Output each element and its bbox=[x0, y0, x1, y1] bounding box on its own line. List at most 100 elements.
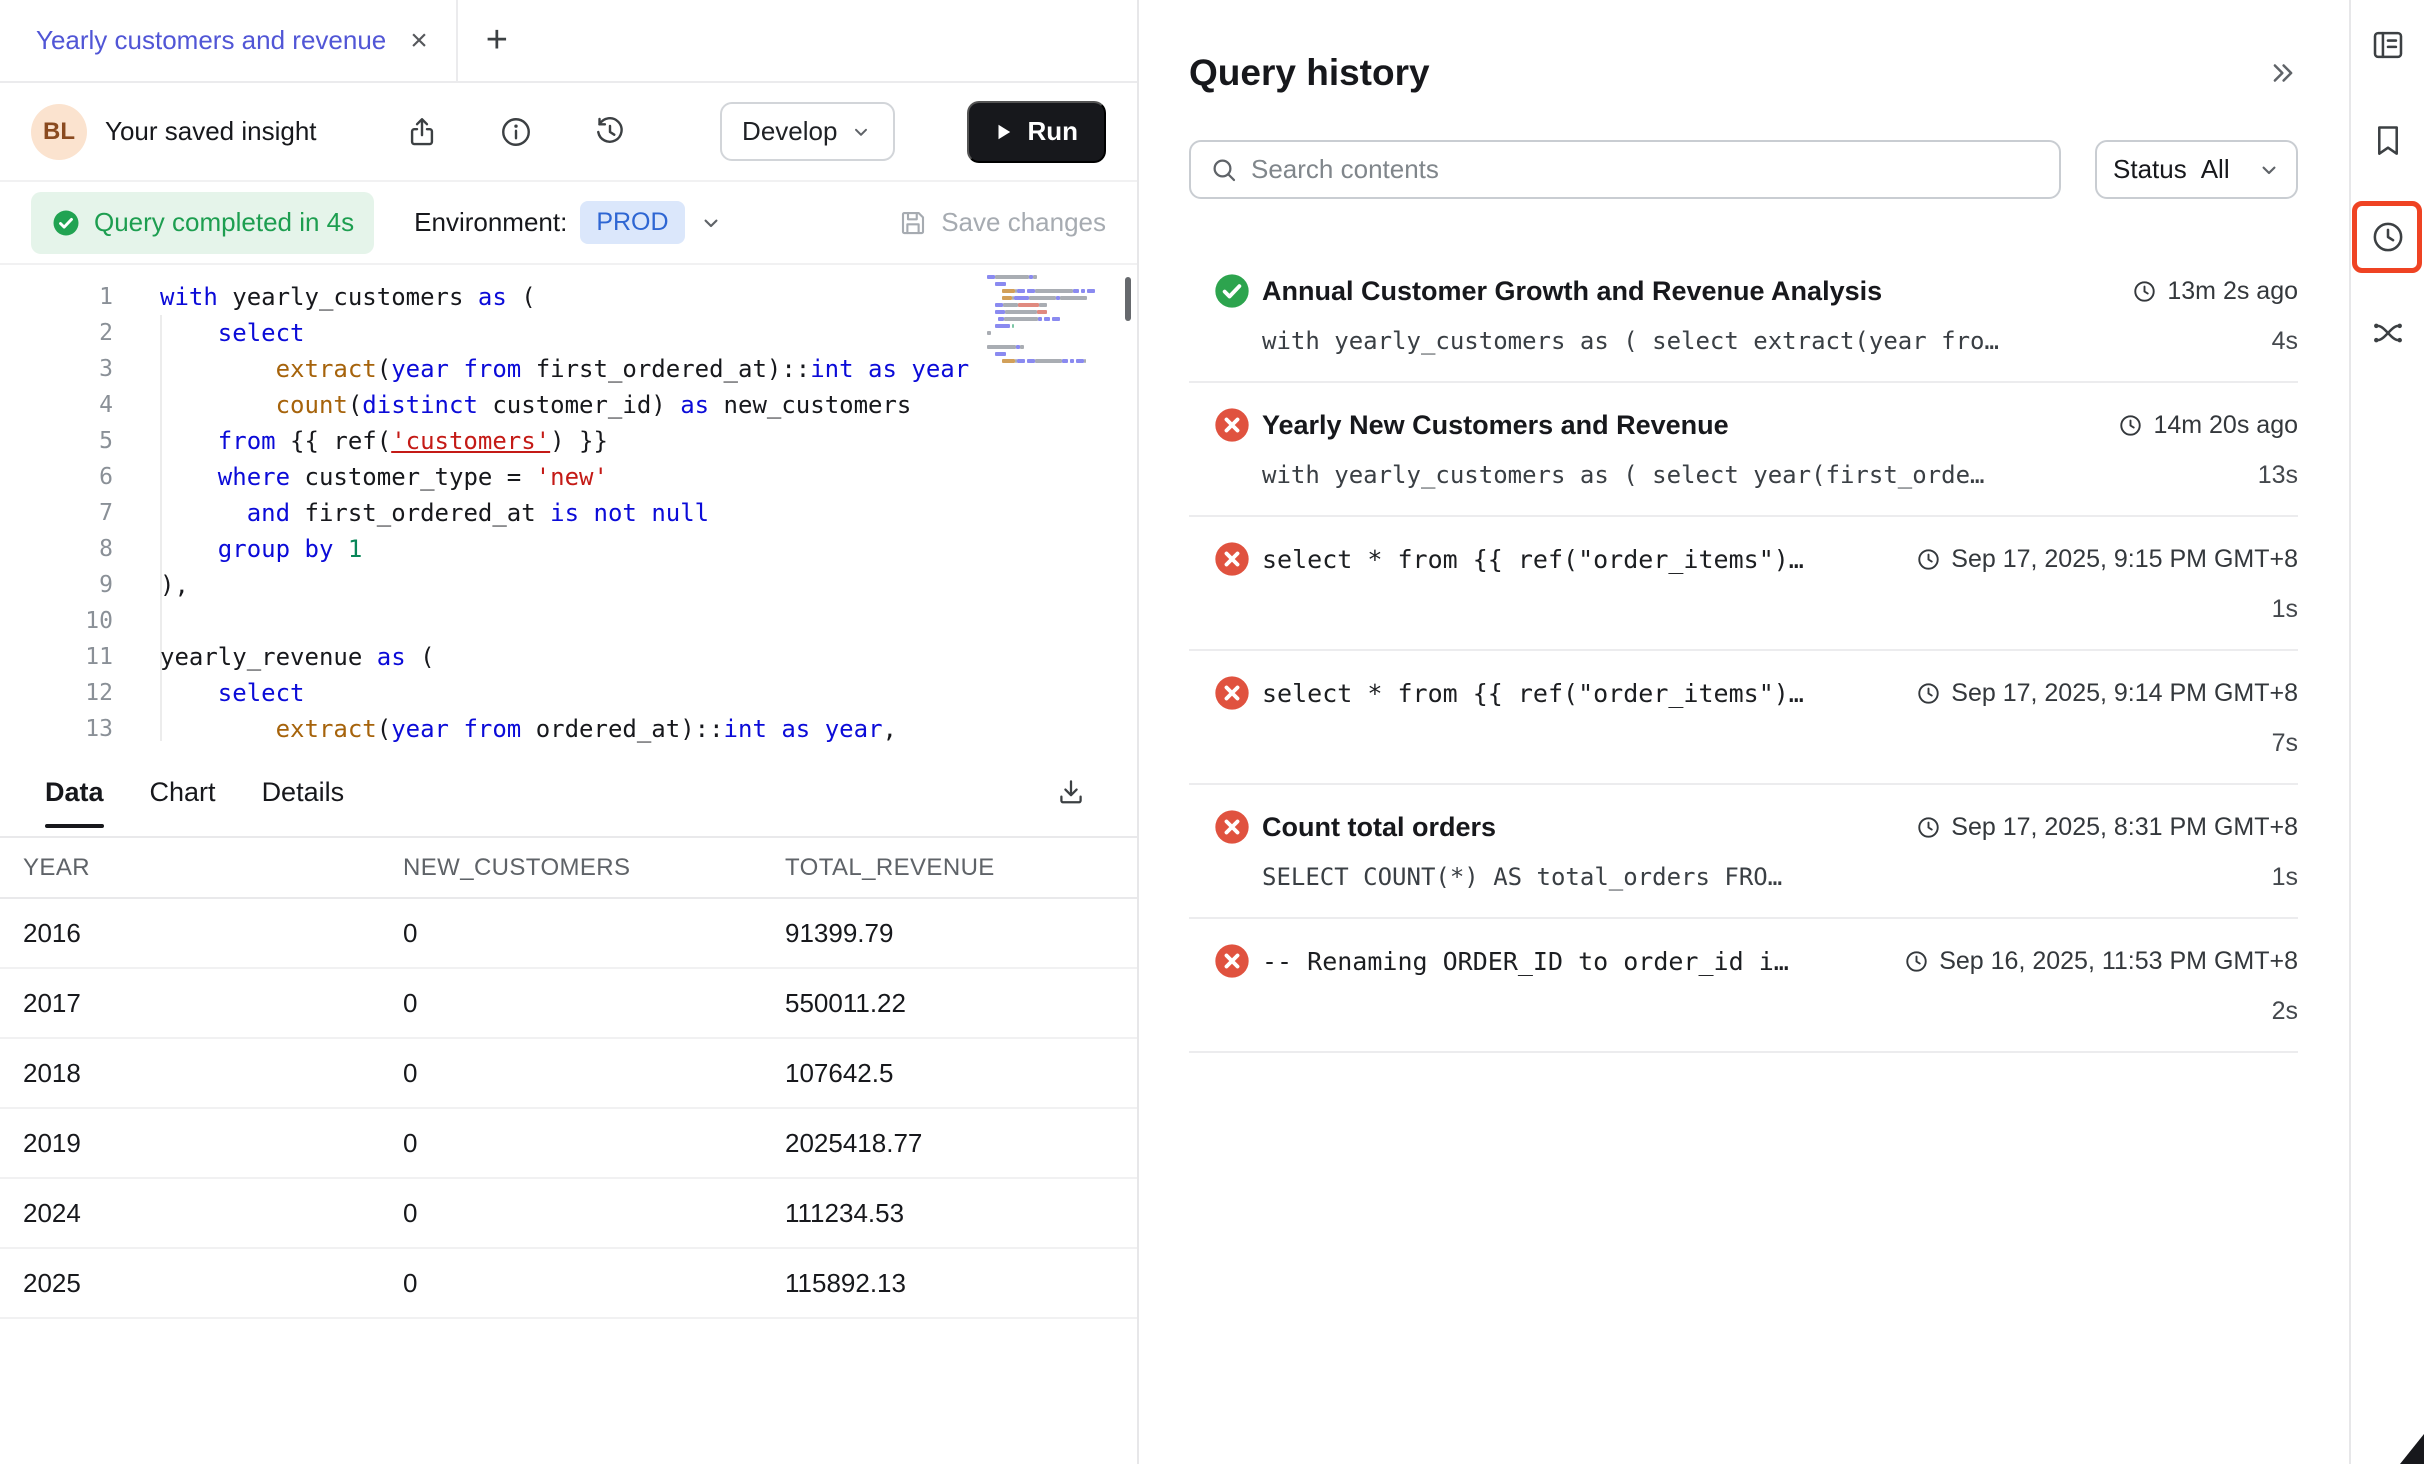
history-item[interactable]: Count total ordersSep 17, 2025, 8:31 PM … bbox=[1189, 785, 2298, 919]
status-bar: Query completed in 4s Environment: PROD … bbox=[0, 182, 1137, 265]
develop-label: Develop bbox=[742, 116, 837, 147]
line-number: 8 bbox=[0, 531, 113, 567]
history-item-time: 13m 2s ago bbox=[2111, 277, 2298, 306]
develop-button[interactable]: Develop bbox=[720, 102, 895, 161]
line-number: 6 bbox=[0, 459, 113, 495]
table-cell: 115892.13 bbox=[785, 1268, 1137, 1299]
code-line[interactable]: and first_ordered_at is not null bbox=[160, 495, 1137, 531]
table-cell: 0 bbox=[403, 1128, 785, 1159]
history-item-time: 14m 20s ago bbox=[2097, 411, 2298, 440]
history-clock-icon[interactable] bbox=[2369, 218, 2407, 256]
table-row[interactable]: 201902025418.77 bbox=[0, 1109, 1137, 1179]
play-icon bbox=[991, 120, 1015, 144]
history-item-duration: 2s bbox=[2252, 997, 2298, 1026]
history-item-title: select * from {{ ref("order_items")… bbox=[1262, 679, 1804, 708]
table-cell: 111234.53 bbox=[785, 1198, 1137, 1229]
share-icon[interactable] bbox=[398, 108, 446, 156]
code-line[interactable]: yearly_revenue as ( bbox=[160, 639, 1137, 675]
info-icon[interactable] bbox=[492, 108, 540, 156]
save-changes-button[interactable]: Save changes bbox=[898, 207, 1106, 238]
column-header-new-customers: NEW_CUSTOMERS bbox=[403, 854, 785, 882]
query-history-header: Query history bbox=[1189, 52, 2298, 94]
editor-panel: Yearly customers and revenue × + BL Your… bbox=[0, 0, 1139, 1464]
code-line[interactable]: extract(year from ordered_at)::int as ye… bbox=[160, 711, 1137, 747]
history-item[interactable]: Annual Customer Growth and Revenue Analy… bbox=[1189, 249, 2298, 383]
avatar: BL bbox=[31, 104, 87, 160]
code-line[interactable]: group by 1 bbox=[160, 531, 1137, 567]
chevron-down-icon bbox=[698, 210, 724, 236]
search-box[interactable] bbox=[1189, 140, 2061, 199]
editor-scrollbar[interactable] bbox=[1125, 277, 1131, 321]
history-item-title: Yearly New Customers and Revenue bbox=[1262, 410, 1729, 441]
code-line[interactable]: count(distinct customer_id) as new_custo… bbox=[160, 387, 1137, 423]
download-icon[interactable] bbox=[1055, 776, 1087, 808]
insight-header: BL Your saved insight Develop R bbox=[0, 83, 1137, 182]
history-item-duration: 13s bbox=[2238, 461, 2298, 490]
tab-chart[interactable]: Chart bbox=[150, 748, 216, 836]
code-line[interactable]: ), bbox=[160, 567, 1137, 603]
history-item-duration: 1s bbox=[2252, 863, 2298, 892]
code-line[interactable]: from {{ ref('customers') }} bbox=[160, 423, 1137, 459]
table-cell: 2025418.77 bbox=[785, 1128, 1137, 1159]
line-number: 3 bbox=[0, 351, 113, 387]
query-list-icon[interactable] bbox=[2369, 26, 2407, 64]
table-cell: 2018 bbox=[23, 1058, 403, 1089]
minimap[interactable] bbox=[987, 275, 1104, 366]
table-header: YEAR NEW_CUSTOMERS TOTAL_REVENUE bbox=[0, 838, 1137, 899]
history-item-duration: 1s bbox=[2252, 595, 2298, 624]
search-icon bbox=[1209, 155, 1239, 185]
table-row[interactable]: 20180107642.5 bbox=[0, 1039, 1137, 1109]
history-item[interactable]: -- Renaming ORDER_ID to order_id i…Sep 1… bbox=[1189, 919, 2298, 1053]
table-cell: 91399.79 bbox=[785, 918, 1137, 949]
tab-data[interactable]: Data bbox=[45, 748, 104, 836]
tab-details[interactable]: Details bbox=[262, 748, 345, 836]
run-button[interactable]: Run bbox=[967, 101, 1106, 163]
history-item-snippet: with yearly_customers as ( select year(f… bbox=[1262, 461, 1984, 489]
history-item-time: Sep 17, 2025, 9:14 PM GMT+8 bbox=[1895, 679, 2298, 708]
code-line[interactable]: select bbox=[160, 675, 1137, 711]
history-item-duration: 4s bbox=[2252, 327, 2298, 356]
tab-yearly-customers-and-revenue[interactable]: Yearly customers and revenue × bbox=[0, 0, 458, 81]
line-number: 5 bbox=[0, 423, 113, 459]
new-tab-button[interactable]: + bbox=[458, 0, 536, 81]
environment-selector[interactable]: Environment: PROD bbox=[414, 201, 723, 244]
code-line[interactable] bbox=[160, 603, 1137, 639]
history-item[interactable]: select * from {{ ref("order_items")…Sep … bbox=[1189, 517, 2298, 651]
table-row[interactable]: 20250115892.13 bbox=[0, 1249, 1137, 1319]
close-icon[interactable]: × bbox=[410, 26, 428, 56]
chevron-down-icon bbox=[2256, 157, 2282, 183]
line-number: 4 bbox=[0, 387, 113, 423]
double-chevron-right-icon[interactable] bbox=[2268, 58, 2298, 88]
table-row[interactable]: 2016091399.79 bbox=[0, 899, 1137, 969]
insight-label: Your saved insight bbox=[105, 116, 317, 147]
line-number: 1 bbox=[0, 279, 113, 315]
sql-editor[interactable]: 12345678910111213 with yearly_customers … bbox=[0, 265, 1137, 748]
bookmark-icon[interactable] bbox=[2369, 122, 2407, 160]
table-cell: 2017 bbox=[23, 988, 403, 1019]
code-line[interactable]: where customer_type = 'new' bbox=[160, 459, 1137, 495]
environment-badge: PROD bbox=[580, 201, 684, 244]
version-history-icon[interactable] bbox=[586, 108, 634, 156]
table-row[interactable]: 20170550011.22 bbox=[0, 969, 1137, 1039]
app-root: Yearly customers and revenue × + BL Your… bbox=[0, 0, 2424, 1464]
table-cell: 2025 bbox=[23, 1268, 403, 1299]
status-filter-dropdown[interactable]: Status All bbox=[2095, 140, 2298, 199]
table-cell: 0 bbox=[403, 1198, 785, 1229]
error-circle-icon bbox=[1212, 807, 1252, 847]
lineage-icon[interactable] bbox=[2369, 314, 2407, 352]
history-item-time: Sep 16, 2025, 11:53 PM GMT+8 bbox=[1883, 947, 2298, 976]
header-actions: Develop Run bbox=[398, 101, 1106, 163]
query-status-badge: Query completed in 4s bbox=[31, 192, 374, 254]
search-input[interactable] bbox=[1251, 154, 2041, 185]
table-row[interactable]: 20240111234.53 bbox=[0, 1179, 1137, 1249]
environment-label: Environment: bbox=[414, 207, 567, 238]
error-circle-icon bbox=[1212, 941, 1252, 981]
error-circle-icon bbox=[1212, 673, 1252, 713]
history-item[interactable]: Yearly New Customers and Revenue 14m 20s … bbox=[1189, 383, 2298, 517]
results-table: YEAR NEW_CUSTOMERS TOTAL_REVENUE 2016091… bbox=[0, 838, 1137, 1319]
table-cell: 0 bbox=[403, 918, 785, 949]
line-number: 10 bbox=[0, 603, 113, 639]
history-item[interactable]: select * from {{ ref("order_items")… Sep … bbox=[1189, 651, 2298, 785]
query-status-text: Query completed in 4s bbox=[94, 207, 354, 238]
table-cell: 107642.5 bbox=[785, 1058, 1137, 1089]
